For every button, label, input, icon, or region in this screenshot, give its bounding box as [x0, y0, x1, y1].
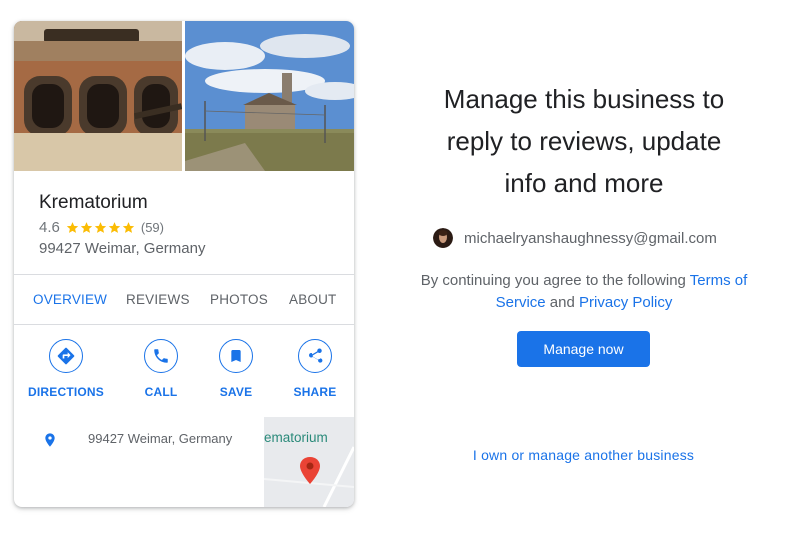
share-button[interactable]: SHARE [285, 339, 345, 399]
phone-icon [144, 339, 178, 373]
business-name: Krematorium [39, 192, 148, 213]
directions-label: DIRECTIONS [27, 385, 104, 399]
manage-headline: Manage this business to reply to reviews… [414, 78, 754, 204]
tab-reviews[interactable]: REVIEWS [126, 292, 190, 307]
location-address: 99427 Weimar, Germany [88, 431, 233, 446]
rating-value: 4.6 [39, 219, 60, 236]
business-card: Krematorium 4.6 (59) 99427 Weimar, Germa… [14, 21, 354, 507]
bookmark-icon [219, 339, 253, 373]
location-pin-icon [45, 433, 55, 447]
action-buttons: DIRECTIONS CALL SAVE SHARE [14, 325, 354, 417]
headline-line: reply to reviews, update [446, 126, 722, 156]
headline-line: Manage this business to [443, 84, 725, 114]
save-label: SAVE [219, 385, 253, 399]
account-email: michaelryanshaughnessy@gmail.com [464, 229, 717, 247]
terms-and: and [545, 294, 580, 311]
directions-button[interactable]: DIRECTIONS [26, 339, 106, 399]
map-place-label: ematorium [264, 430, 328, 445]
avatar [433, 228, 453, 248]
location-section: 99427 Weimar, Germany ematorium [14, 417, 354, 507]
tab-photos[interactable]: PHOTOS [210, 292, 268, 307]
photo-camp-exterior[interactable] [185, 21, 354, 171]
headline-line: info and more [504, 168, 664, 198]
call-label: CALL [144, 385, 178, 399]
star-icon [108, 222, 121, 233]
manage-now-button[interactable]: Manage now [517, 331, 650, 367]
terms-prefix: By continuing you agree to the following [420, 272, 690, 289]
star-icon [80, 222, 93, 233]
directions-icon [49, 339, 83, 373]
map-thumbnail[interactable]: ematorium [264, 417, 354, 507]
share-label: SHARE [293, 385, 337, 399]
manage-another-business-link[interactable]: I own or manage another business [430, 447, 737, 463]
tab-overview[interactable]: OVERVIEW [33, 292, 107, 307]
business-address: 99427 Weimar, Germany [39, 240, 206, 257]
terms-notice: By continuing you agree to the following… [404, 270, 764, 314]
review-count: (59) [140, 220, 164, 235]
star-icon [122, 222, 135, 233]
photo-strip[interactable] [14, 21, 354, 171]
privacy-policy-link[interactable]: Privacy Policy [579, 294, 672, 311]
share-icon [298, 339, 332, 373]
account-row: michaelryanshaughnessy@gmail.com [433, 228, 717, 248]
tab-bar: OVERVIEW REVIEWS PHOTOS ABOUT [14, 275, 354, 323]
save-button[interactable]: SAVE [206, 339, 266, 399]
rating-row[interactable]: 4.6 (59) [39, 219, 164, 236]
star-icon [94, 222, 107, 233]
call-button[interactable]: CALL [131, 339, 191, 399]
tab-about[interactable]: ABOUT [289, 292, 337, 307]
rating-stars [66, 221, 136, 234]
photo-crematorium-ovens[interactable] [14, 21, 182, 171]
star-icon [66, 222, 79, 233]
